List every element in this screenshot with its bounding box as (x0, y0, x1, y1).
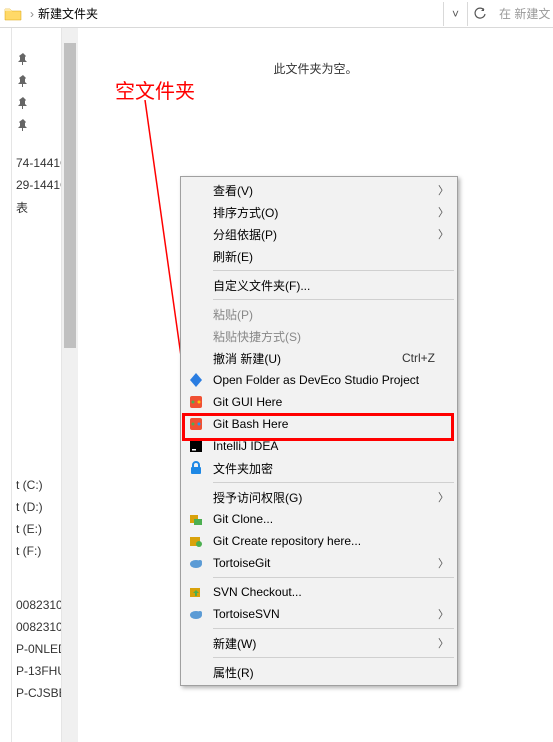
navigation-panel: 74-1441C 29-1441C 表 t (C:) t (D:) t (E:)… (12, 28, 62, 742)
breadcrumb-separator: › (30, 7, 34, 21)
menu-label: Git Clone... (213, 512, 435, 526)
submenu-arrow-icon: 〉 (438, 606, 449, 622)
menu-undo[interactable]: 撤消 新建(U)Ctrl+Z (183, 347, 455, 369)
menu-sort[interactable]: 排序方式(O)〉 (183, 201, 455, 223)
menu-tortoise-svn[interactable]: TortoiseSVN〉 (183, 603, 455, 625)
menu-label: 属性(R) (213, 664, 435, 681)
nav-drive-item[interactable]: t (E:) (12, 518, 61, 540)
nav-scrollbar[interactable] (62, 28, 78, 742)
nav-item[interactable]: 74-1441C (12, 152, 61, 174)
nav-item[interactable]: 00823102 (12, 594, 61, 616)
pin-icon (16, 118, 30, 132)
refresh-button[interactable] (467, 2, 491, 26)
menu-label: Git Create repository here... (213, 534, 435, 548)
nav-item[interactable]: 表 (12, 196, 61, 218)
menu-label: 撤消 新建(U) (213, 350, 402, 367)
submenu-arrow-icon: 〉 (438, 555, 449, 571)
menu-deveco[interactable]: Open Folder as DevEco Studio Project (183, 369, 455, 391)
menu-label: 授予访问权限(G) (213, 489, 435, 506)
menu-paste-shortcut: 粘贴快捷方式(S) (183, 325, 455, 347)
menu-label: 新建(W) (213, 635, 435, 652)
menu-label: IntelliJ IDEA (213, 439, 435, 453)
dropdown-button[interactable]: ˅ (443, 2, 467, 26)
menu-properties[interactable]: 属性(R) (183, 661, 455, 683)
menu-idea[interactable]: IntelliJ IDEA (183, 435, 455, 457)
menu-label: TortoiseSVN (213, 607, 435, 621)
menu-paste: 粘贴(P) (183, 303, 455, 325)
menu-encrypt[interactable]: 文件夹加密 (183, 457, 455, 479)
nav-drive-item[interactable]: t (F:) (12, 540, 61, 562)
menu-label: 刷新(E) (213, 248, 435, 265)
nav-pinned-item[interactable] (12, 48, 61, 70)
nav-pinned-item[interactable] (12, 92, 61, 114)
nav-drive-item[interactable]: t (C:) (12, 474, 61, 496)
menu-label: 自定义文件夹(F)... (213, 277, 435, 294)
menu-label: 文件夹加密 (213, 460, 435, 477)
menu-customize[interactable]: 自定义文件夹(F)... (183, 274, 455, 296)
nav-drive-item[interactable]: t (D:) (12, 496, 61, 518)
menu-separator (213, 270, 454, 271)
pin-icon (16, 52, 30, 66)
menu-label: TortoiseGit (213, 556, 435, 570)
breadcrumb-folder[interactable]: 新建文件夹 (38, 5, 98, 22)
svn-checkout-icon (187, 583, 205, 601)
address-bar: › 新建文件夹 ˅ 在 新建文 (0, 0, 553, 28)
git-icon (187, 415, 205, 433)
intellij-icon (187, 437, 205, 455)
menu-view[interactable]: 查看(V)〉 (183, 179, 455, 201)
menu-label: 粘贴快捷方式(S) (213, 328, 435, 345)
menu-git-gui[interactable]: Git GUI Here (183, 391, 455, 413)
deveco-icon (187, 371, 205, 389)
nav-item[interactable]: 29-1441C (12, 174, 61, 196)
menu-new[interactable]: 新建(W)〉 (183, 632, 455, 654)
submenu-arrow-icon: 〉 (438, 489, 449, 505)
menu-group[interactable]: 分组依据(P)〉 (183, 223, 455, 245)
menu-label: Git GUI Here (213, 395, 435, 409)
menu-git-clone[interactable]: Git Clone... (183, 508, 455, 530)
git-icon (187, 393, 205, 411)
search-input[interactable]: 在 新建文 (495, 3, 553, 25)
scrollbar-thumb[interactable] (64, 43, 76, 348)
annotation-label: 空文件夹 (115, 75, 195, 104)
lock-icon (187, 459, 205, 477)
submenu-arrow-icon: 〉 (438, 635, 449, 651)
nav-gutter (0, 28, 12, 742)
nav-item[interactable]: P-CJSBE (12, 682, 61, 704)
nav-item[interactable]: P-0NLED (12, 638, 61, 660)
menu-label: SVN Checkout... (213, 585, 435, 599)
menu-tortoise-git[interactable]: TortoiseGit〉 (183, 552, 455, 574)
menu-label: 查看(V) (213, 182, 435, 199)
menu-label: Git Bash Here (213, 417, 435, 431)
submenu-arrow-icon: 〉 (438, 226, 449, 242)
menu-git-bash[interactable]: Git Bash Here (183, 413, 455, 435)
menu-separator (213, 628, 454, 629)
menu-separator (213, 482, 454, 483)
submenu-arrow-icon: 〉 (438, 182, 449, 198)
menu-separator (213, 299, 454, 300)
git-repo-icon (187, 532, 205, 550)
menu-separator (213, 657, 454, 658)
menu-label: 分组依据(P) (213, 226, 435, 243)
context-menu: 查看(V)〉 排序方式(O)〉 分组依据(P)〉 刷新(E) 自定义文件夹(F)… (180, 176, 458, 686)
menu-git-create[interactable]: Git Create repository here... (183, 530, 455, 552)
nav-pinned-item[interactable] (12, 114, 61, 136)
pin-icon (16, 96, 30, 110)
git-clone-icon (187, 510, 205, 528)
menu-label: 排序方式(O) (213, 204, 435, 221)
menu-refresh[interactable]: 刷新(E) (183, 245, 455, 267)
menu-grant-access[interactable]: 授予访问权限(G)〉 (183, 486, 455, 508)
folder-icon (4, 5, 22, 23)
tortoise-svn-icon (187, 605, 205, 623)
nav-item[interactable]: 00823105 (12, 616, 61, 638)
nav-pinned-item[interactable] (12, 70, 61, 92)
submenu-arrow-icon: 〉 (438, 204, 449, 220)
tortoise-git-icon (187, 554, 205, 572)
nav-item[interactable]: P-13FHU (12, 660, 61, 682)
menu-svn-checkout[interactable]: SVN Checkout... (183, 581, 455, 603)
menu-label: 粘贴(P) (213, 306, 435, 323)
menu-label: Open Folder as DevEco Studio Project (213, 373, 435, 387)
menu-shortcut: Ctrl+Z (402, 351, 435, 365)
menu-separator (213, 577, 454, 578)
pin-icon (16, 74, 30, 88)
